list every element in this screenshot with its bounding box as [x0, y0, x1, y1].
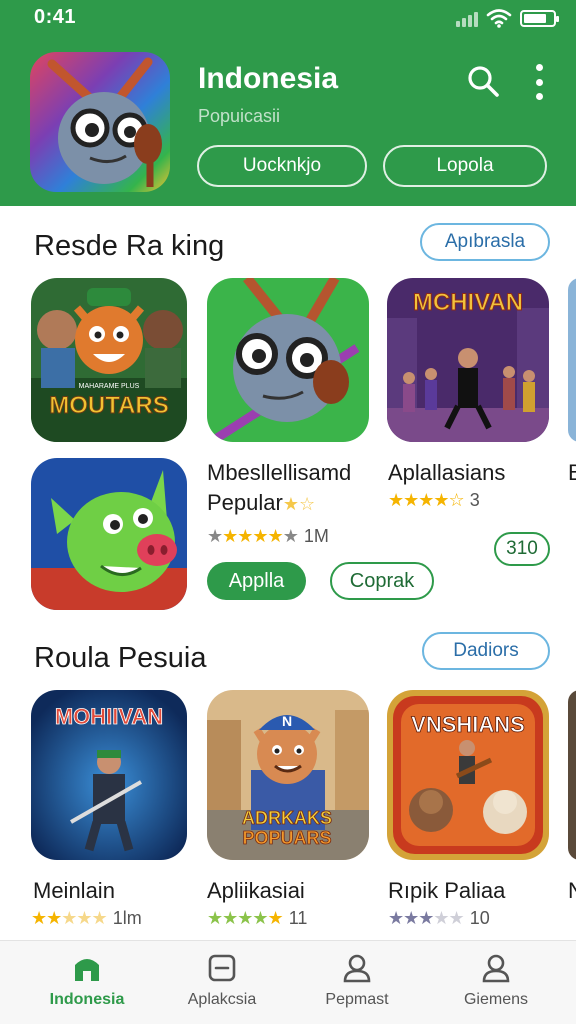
nav-label-pepmast: Pepmast	[325, 991, 389, 1008]
rating-count-meinlain: 1lm	[112, 908, 142, 928]
app-name-2[interactable]: Aplallasians	[388, 460, 505, 486]
star-empty-icon-r: ★★	[433, 908, 464, 928]
apps-icon	[208, 954, 236, 982]
rating-count-2: 3	[469, 490, 480, 510]
header-button-secondary[interactable]: Lopola	[383, 145, 547, 187]
app-tile-robot[interactable]	[207, 278, 369, 442]
rating-row-ripik: ★★★ ★★ 10	[388, 908, 490, 929]
app-tile-pig[interactable]	[31, 458, 187, 610]
star-empty-icon-2: ★	[282, 526, 299, 546]
app-name-partial: B	[568, 460, 576, 485]
rating-count-1: 1M	[303, 526, 329, 546]
app-hero-icon[interactable]	[30, 52, 170, 192]
status-icons	[456, 8, 559, 28]
nav-item-indonesia[interactable]: Indonesia	[15, 941, 159, 1024]
apply-button[interactable]: Applla	[207, 562, 306, 600]
star-filled-icon: ★★★★	[222, 526, 284, 546]
star-filled-icon-a: ★★★★	[207, 908, 269, 928]
rating-row-meinlain: ★★ ★★★ 1lm	[31, 908, 142, 929]
cap-letter: N	[282, 713, 292, 729]
rating-row-2: ★★★★☆ 3	[388, 490, 480, 511]
section-title-popular: Roula Pesuia	[34, 642, 207, 674]
poster-vnshians-text: VNSHIANS	[411, 712, 525, 737]
battery-icon	[520, 9, 559, 27]
app-tile-moutars[interactable]: MAHARAME PLUS MOUTARS	[31, 278, 187, 442]
app-name-1[interactable]: Mbesllellisamd	[207, 460, 351, 486]
count-badge[interactable]: 310	[494, 532, 550, 566]
stars-icon-2: ★★★★☆	[388, 490, 465, 510]
poster-mchivan-text: MCHIVAN	[413, 289, 523, 316]
nav-item-pepmast[interactable]: Pepmast	[285, 941, 429, 1024]
nav-label-giemens: Giemens	[463, 991, 529, 1008]
nav-item-aplakcsia[interactable]: Aplakcsia	[150, 941, 294, 1024]
profile-icon	[343, 954, 371, 983]
app-subtitle: Popuicasii	[198, 106, 281, 126]
app-title: Indonesia	[198, 62, 339, 95]
section2-see-more-button[interactable]: Dadiors	[422, 632, 550, 670]
star-half-icon-a: ★	[267, 908, 284, 928]
app-name-apliikasiai[interactable]: Apliikasiai	[207, 878, 305, 904]
star-filled-icon-m: ★★	[31, 908, 62, 928]
app-tile-adrkaks[interactable]: N ADRKAKS POPUARS	[207, 690, 369, 860]
app-tile-partial[interactable]	[568, 278, 576, 442]
app-name-meinlain[interactable]: Meinlain	[33, 878, 115, 904]
status-time: 0:41	[34, 6, 77, 28]
more-options-icon[interactable]	[528, 64, 550, 100]
poster-mohiivan-text: MOHIIVAN	[55, 704, 163, 729]
poster-line1: MAHARAME PLUS	[79, 383, 140, 390]
signal-icon	[456, 9, 478, 27]
compare-button[interactable]: Coprak	[330, 562, 434, 600]
nav-label-indonesia: Indonesia	[49, 991, 125, 1008]
app-tile-mohiivan[interactable]: MOHIIVAN	[31, 690, 187, 860]
app-tile-mchivan[interactable]: MCHIVAN	[387, 278, 549, 442]
app-name-partial-2: N	[568, 878, 576, 903]
star-empty-icon-m: ★★★	[61, 908, 107, 928]
poster-adrkaks-l1: ADRKAKS	[242, 808, 332, 828]
app-name-1-suffix: Pepular	[207, 490, 283, 515]
section-title-ranking: Resde Ra king	[34, 230, 225, 262]
app-tile-vnshians[interactable]: VNSHIANS	[387, 690, 549, 860]
app-header: 0:41 Indonesia Popuicasii Uocknkjo Lopol…	[0, 0, 576, 206]
user-icon	[482, 954, 510, 983]
app-name-1-line2: Pepular★☆	[207, 490, 315, 516]
app-tile-partial-2[interactable]	[568, 690, 576, 860]
wifi-icon	[486, 9, 512, 28]
rating-count-apliikasiai: 11	[288, 908, 308, 928]
star-empty-icon: ★	[207, 526, 223, 546]
header-button-primary[interactable]: Uocknkjo	[197, 145, 367, 187]
status-bar: 0:41	[0, 0, 576, 36]
rating-row-apliikasiai: ★★★★ ★ 11	[207, 908, 307, 929]
home-icon	[75, 959, 99, 981]
search-icon[interactable]	[466, 64, 500, 98]
rating-count-ripik: 10	[469, 908, 490, 928]
section1-see-more-button[interactable]: Apıbrasla	[420, 223, 550, 261]
poster-adrkaks-l2: POPUARS	[242, 828, 331, 848]
bottom-navigation: Indonesia Aplakcsia Pepmast Giemens	[0, 940, 576, 1024]
star-filled-icon-r: ★★★	[388, 908, 434, 928]
rating-row-1: ★ ★★★★ ★ 1M	[207, 526, 329, 547]
app-name-ripik[interactable]: Rıpik Paliaa	[388, 878, 505, 904]
poster-line2: MOUTARS	[49, 392, 169, 419]
star-partial-icon: ★☆	[282, 494, 316, 514]
nav-item-giemens[interactable]: Giemens	[424, 941, 568, 1024]
nav-label-aplakcsia: Aplakcsia	[187, 991, 257, 1008]
